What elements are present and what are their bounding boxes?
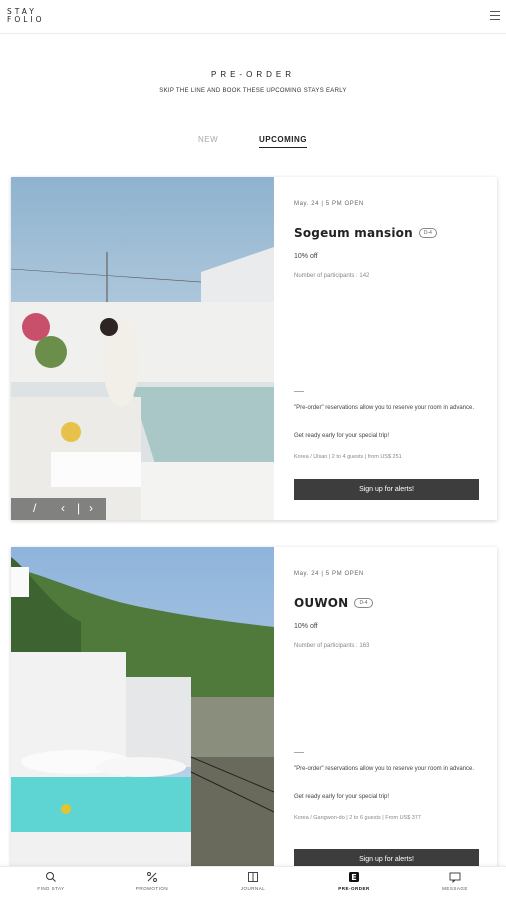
tab-new[interactable]: NEW	[198, 135, 218, 144]
hamburger-menu-icon[interactable]	[490, 11, 500, 20]
nav-message[interactable]: MESSAGE	[420, 871, 490, 891]
discount: 10% off	[294, 623, 318, 630]
bottom-navigation: FIND STAY PROMOTION JOURNAL E PRE-ORDER …	[0, 866, 506, 900]
stay-photo[interactable]	[11, 547, 274, 877]
nav-label: MESSAGE	[442, 886, 468, 891]
stay-meta: Korea / Gangwon-do | 2 to 6 guests | Fro…	[294, 815, 421, 821]
nav-journal[interactable]: JOURNAL	[218, 871, 288, 891]
preorder-tagline: Get ready early for your special trip!	[294, 794, 390, 800]
prev-photo-icon[interactable]: /	[33, 501, 36, 515]
nav-pre-order[interactable]: E PRE-ORDER	[319, 871, 389, 891]
stay-name-row: Sogeum mansion D-4	[294, 226, 437, 240]
search-icon	[46, 872, 56, 882]
discount: 10% off	[294, 253, 318, 260]
nav-find-stay[interactable]: FIND STAY	[16, 871, 86, 891]
stay-info: May. 24 | 5 PM OPEN OUWON D-4 10% off Nu…	[294, 547, 479, 877]
ouwon-photo	[11, 547, 274, 877]
stay-card[interactable]: / ‹ | › May. 24 | 5 PM OPEN Sogeum mansi…	[11, 177, 497, 520]
chevron-right-icon[interactable]: ›	[89, 501, 93, 515]
dday-badge: D-4	[418, 228, 437, 238]
preorder-tagline: Get ready early for your special trip!	[294, 433, 390, 439]
signup-alerts-button[interactable]: Sign up for alerts!	[294, 479, 479, 500]
sogeum-mansion-photo	[11, 177, 274, 520]
tab-upcoming[interactable]: UPCOMING	[259, 135, 307, 148]
open-date: May. 24 | 5 PM OPEN	[294, 201, 364, 207]
divider	[294, 391, 304, 392]
percent-icon	[147, 872, 157, 882]
stay-meta: Korea / Ulsan | 2 to 4 guests | from US$…	[294, 454, 402, 460]
nav-promotion[interactable]: PROMOTION	[117, 871, 187, 891]
stay-name-row: OUWON D-4	[294, 596, 373, 610]
divider	[294, 752, 304, 753]
participants-count: Number of participants : 163	[294, 643, 370, 649]
photo-nav: / ‹ | ›	[11, 498, 106, 520]
open-date: May. 24 | 5 PM OPEN	[294, 571, 364, 577]
journal-icon	[248, 872, 258, 882]
stay-info: May. 24 | 5 PM OPEN Sogeum mansion D-4 1…	[294, 177, 479, 520]
preorder-description: "Pre-order" reservations allow you to re…	[294, 405, 475, 411]
page-title: PRE-ORDER	[210, 70, 295, 79]
participants-count: Number of participants : 142	[294, 273, 370, 279]
stayfolio-logo[interactable]: STAY FOLIO	[7, 8, 45, 24]
stay-card[interactable]: May. 24 | 5 PM OPEN OUWON D-4 10% off Nu…	[11, 547, 497, 877]
nav-label: PROMOTION	[135, 886, 169, 891]
message-icon	[449, 872, 461, 883]
stay-name[interactable]: Sogeum mansion	[294, 226, 413, 240]
nav-label: JOURNAL	[240, 886, 266, 891]
stay-photo[interactable]: / ‹ | ›	[11, 177, 274, 520]
stay-name[interactable]: OUWON	[294, 596, 348, 610]
tab-bar: NEW UPCOMING	[0, 135, 506, 155]
preorder-description: "Pre-order" reservations allow you to re…	[294, 766, 475, 772]
nav-label: FIND STAY	[37, 886, 65, 891]
dday-badge: D-4	[354, 598, 373, 608]
logo-line-2: FOLIO	[7, 15, 45, 24]
chevron-left-icon[interactable]: ‹	[61, 501, 65, 515]
app-header: STAY FOLIO	[0, 0, 506, 34]
separator-icon: |	[77, 501, 81, 515]
page-subtitle: SKIP THE LINE AND BOOK THESE UPCOMING ST…	[159, 88, 347, 94]
svg-text:E: E	[351, 873, 356, 882]
preorder-icon: E	[349, 872, 359, 882]
nav-label: PRE-ORDER	[338, 886, 370, 891]
